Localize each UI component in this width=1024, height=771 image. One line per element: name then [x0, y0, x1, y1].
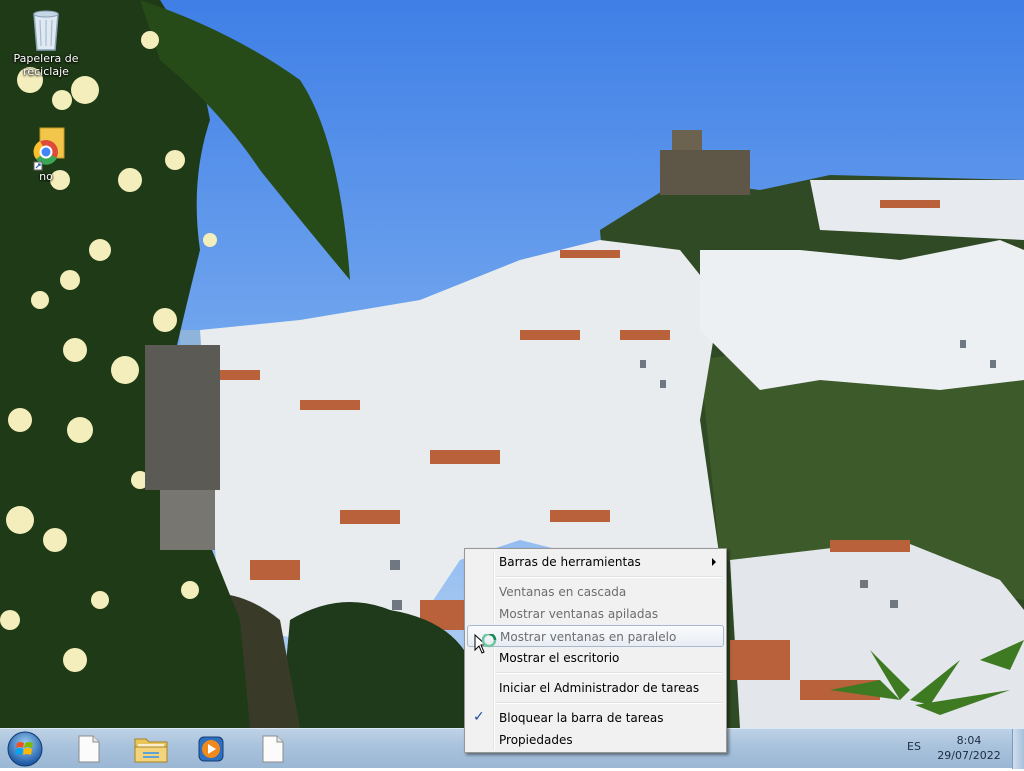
- busy-cursor-icon: [474, 632, 498, 660]
- taskbar-explorer-button[interactable]: [124, 731, 178, 767]
- menu-item-show-windows-stacked[interactable]: Mostrar ventanas apiladas: [467, 603, 724, 625]
- menu-item-label: Propiedades: [499, 733, 573, 747]
- start-button[interactable]: [4, 730, 46, 768]
- menu-separator: [496, 576, 722, 578]
- recycle-bin-shortcut[interactable]: Papelera de reciclaje: [8, 8, 84, 78]
- clock[interactable]: 8:04 29/07/2022: [930, 733, 1008, 763]
- taskbar-context-menu: Barras de herramientas Ventanas en casca…: [464, 548, 727, 753]
- menu-item-cascade-windows[interactable]: Ventanas en cascada: [467, 581, 724, 603]
- taskbar-media-player-button[interactable]: [184, 731, 238, 767]
- taskbar-document-button[interactable]: [62, 731, 116, 767]
- checkmark-icon: ✓: [473, 709, 485, 725]
- menu-item-toolbars[interactable]: Barras de herramientas: [467, 551, 724, 573]
- menu-item-label: Bloquear la barra de tareas: [499, 711, 664, 725]
- clock-time: 8:04: [956, 734, 982, 747]
- recycle-bin-icon: [26, 8, 66, 51]
- menu-item-label: Mostrar ventanas en paralelo: [500, 630, 677, 644]
- menu-item-label: Iniciar el Administrador de tareas: [499, 681, 700, 695]
- clock-date: 29/07/2022: [937, 749, 1001, 762]
- media-player-icon: [198, 736, 224, 762]
- document-icon: [262, 735, 284, 763]
- menu-item-label: Mostrar el escritorio: [499, 651, 620, 665]
- chrome-shortcut[interactable]: no: [8, 126, 84, 183]
- language-indicator[interactable]: ES: [903, 740, 925, 753]
- windows-orb-icon: [7, 731, 43, 767]
- taskbar-document-button-2[interactable]: [246, 731, 300, 767]
- chrome-shortcut-icon: [26, 126, 66, 171]
- recycle-bin-label: Papelera de reciclaje: [13, 52, 79, 78]
- folder-icon: [134, 738, 168, 763]
- menu-item-task-manager[interactable]: Iniciar el Administrador de tareas: [467, 677, 724, 699]
- menu-separator: [496, 702, 722, 704]
- menu-item-lock-taskbar[interactable]: ✓ Bloquear la barra de tareas: [467, 707, 724, 729]
- document-icon: [78, 735, 100, 763]
- menu-item-properties[interactable]: Propiedades: [467, 729, 724, 751]
- submenu-arrow-icon: [712, 558, 716, 566]
- menu-item-label: Barras de herramientas: [499, 555, 641, 569]
- menu-item-show-windows-side-by-side[interactable]: Mostrar ventanas en paralelo: [467, 625, 724, 647]
- menu-item-label: Mostrar ventanas apiladas: [499, 607, 659, 621]
- show-desktop-button[interactable]: [1012, 729, 1024, 769]
- menu-separator: [496, 672, 722, 674]
- menu-item-show-desktop[interactable]: Mostrar el escritorio: [467, 647, 724, 669]
- menu-item-label: Ventanas en cascada: [499, 585, 627, 599]
